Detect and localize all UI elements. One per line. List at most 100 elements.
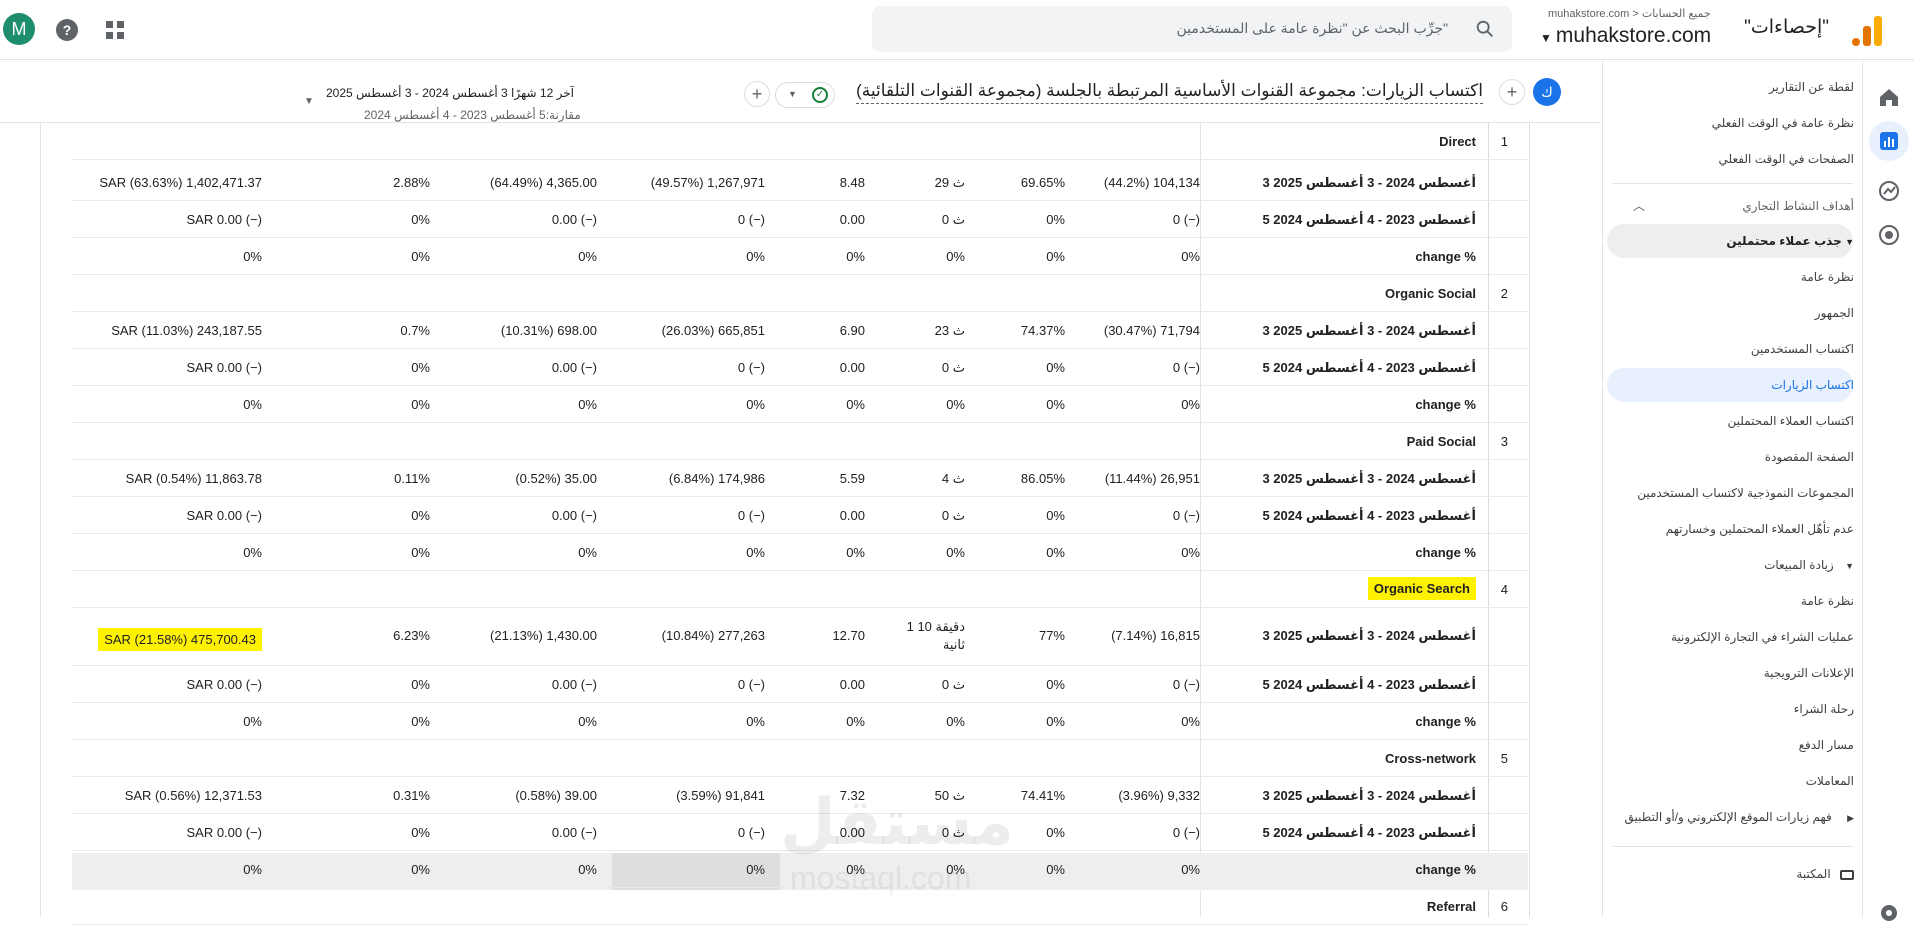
channel-name[interactable]: Paid Social <box>1407 434 1476 449</box>
metric-cell: 4 ث <box>941 471 965 486</box>
search-bar[interactable]: جرِّب البحث عن "نظرة عامة على المستخدمين… <box>872 6 1512 52</box>
compare-range[interactable]: مقارنة:5 أغسطس 2023 - 4 أغسطس 2024 <box>364 108 581 122</box>
sidebar-item-traffic-acquisition[interactable]: اكتساب الزيارات <box>1771 378 1854 392</box>
metric-cell: 0% <box>578 714 597 729</box>
metric-cell: (7.14%) 16,815 <box>1111 628 1200 643</box>
sidebar-item-lead-disqualification[interactable]: عدم تأهّل العملاء المحتملين وخسارتهم <box>1666 522 1854 536</box>
watermark-brand: مستقل <box>780 786 1015 858</box>
table-row-channel: 4 Organic Search <box>72 571 1528 608</box>
property-name: muhakstore.com <box>1555 24 1712 47</box>
chevron-up-icon[interactable]: ︿ <box>1633 197 1645 214</box>
metric-cell: 0% <box>411 677 430 692</box>
sidebar-item-overview[interactable]: نظرة عامة <box>1801 270 1854 284</box>
channel-name[interactable]: Cross-network <box>1385 751 1476 766</box>
metric-cell: 0.00 (−) <box>551 360 597 375</box>
metric-cell: 0% <box>1046 714 1065 729</box>
sidebar-item-transactions[interactable]: المعاملات <box>1806 774 1854 788</box>
help-icon[interactable]: ? <box>52 15 82 45</box>
metric-cell: 0% <box>1046 825 1065 840</box>
sidebar-group-understand-label: فهم زيارات الموقع الإلكتروني و/أو التطبي… <box>1624 810 1832 824</box>
row-index: 4 <box>1500 582 1508 597</box>
metric-cell: (10.84%) 277,263 <box>661 628 765 643</box>
advertising-icon[interactable] <box>1875 221 1903 249</box>
sidebar-group-understand[interactable]: فهم زيارات الموقع الإلكتروني و/أو التطبي… <box>1625 810 1854 824</box>
sidebar-item-user-acquisition-cohorts[interactable]: المجموعات النموذجية لاكتساب المستخدمين <box>1637 486 1854 500</box>
metric-cell: 0 ث <box>941 212 965 227</box>
property-selector[interactable]: ▼ muhakstore.com <box>1540 24 1711 48</box>
metric-cell: 0% <box>846 545 865 560</box>
svg-text:?: ? <box>63 22 72 38</box>
metric-cell: SAR 0.00 (−) <box>186 677 262 692</box>
metric-cell: 0% <box>243 862 262 877</box>
metric-cell: 0 (−) <box>1172 212 1200 227</box>
table-row: 3 أغسطس 2024 - 3 أغسطس 2025 (7.14%) 16,81… <box>72 608 1528 666</box>
metric-cell: 8.48 <box>839 175 865 190</box>
watermark-site: mostaql.com <box>790 860 972 896</box>
top-header: "إحصاءات" muhakstore.com > جميع الحسابات… <box>0 0 1914 60</box>
metric-cell: 0% <box>1181 545 1200 560</box>
add-button[interactable]: + <box>744 81 770 107</box>
metric-cell: 0% <box>746 397 765 412</box>
sidebar-item-purchase-journey[interactable]: رحلة الشراء <box>1794 702 1854 716</box>
sidebar-item-reports-snapshot[interactable]: لقطة عن التقارير <box>1769 80 1854 94</box>
sidebar-item-library[interactable]: المكتبة <box>1796 867 1854 881</box>
sidebar-item-lead-acquisition[interactable]: اكتساب العملاء المحتملين <box>1728 414 1854 428</box>
metric-cell: (0.58%) 39.00 <box>515 788 597 803</box>
settings-icon[interactable] <box>1875 899 1903 927</box>
table-row: 5 أغسطس 2023 - 4 أغسطس 2024 0 (−) 0% 0 ث 0.0… <box>72 666 1528 703</box>
explore-icon[interactable] <box>1875 177 1903 205</box>
metric-cell: 0% <box>1046 508 1065 523</box>
add-comparison-button[interactable]: + <box>1499 79 1525 105</box>
table-row: change % 0% 0% 0% 0% 0% 0% 0% 0% <box>72 238 1528 275</box>
data-quality-dropdown[interactable]: ▼ ✓ <box>775 82 835 108</box>
account-breadcrumb[interactable]: muhakstore.com > جميع الحسابات <box>1548 7 1711 20</box>
date-range[interactable]: آخر 12 شهرًا 3 أغسطس 2024 - 3 أغسطس 2025 <box>326 86 574 100</box>
channel-name[interactable]: Organic Social <box>1385 286 1476 301</box>
divider <box>1613 846 1853 847</box>
sidebar-item-realtime-pages[interactable]: الصفحات في الوقت الفعلي <box>1719 152 1854 166</box>
period-label: change % <box>1415 249 1476 264</box>
row-index: 6 <box>1500 899 1508 914</box>
metric-cell: 0% <box>1046 677 1065 692</box>
metric-cell: 1 دقيقة 10 ثانية <box>906 619 965 652</box>
metric-cell: 0% <box>411 545 430 560</box>
report-badge[interactable]: ك <box>1533 78 1561 106</box>
metric-cell: 0.31% <box>393 788 430 803</box>
home-icon[interactable] <box>1875 83 1903 111</box>
metric-cell: 0% <box>1181 249 1200 264</box>
date-dropdown-icon[interactable]: ▼ <box>304 96 314 107</box>
check-circle-icon: ✓ <box>812 87 828 103</box>
chevron-down-icon: ▼ <box>788 89 797 99</box>
metric-cell: 0% <box>411 862 430 877</box>
channel-name[interactable]: Direct <box>1439 134 1476 149</box>
avatar[interactable]: M <box>3 13 35 45</box>
metric-cell: 0% <box>243 714 262 729</box>
sidebar-item-ecommerce-purchases[interactable]: عمليات الشراء في التجارة الإلكترونية <box>1671 630 1854 644</box>
caret-down-icon: ▼ <box>1845 237 1854 247</box>
sidebar-item-audience[interactable]: الجمهور <box>1815 306 1854 320</box>
channel-name[interactable]: Referral <box>1427 899 1476 914</box>
sidebar-group-sales[interactable]: زيادة المبيعات ▼ <box>1764 558 1854 572</box>
apps-grid-icon[interactable] <box>100 15 130 45</box>
metric-cell: 0 ث <box>941 360 965 375</box>
sidebar-item-checkout-journey[interactable]: مسار الدفع <box>1799 738 1854 752</box>
row-index: 3 <box>1500 434 1508 449</box>
sidebar-item-landing-page[interactable]: الصفحة المقصودة <box>1765 450 1854 464</box>
table-row: change % 0% 0% 0% 0% 0% 0% 0% 0% <box>72 534 1528 571</box>
metric-cell: SAR 0.00 (−) <box>186 360 262 375</box>
period-label: change % <box>1415 545 1476 560</box>
sidebar-section-business[interactable]: أهداف النشاط التجاري <box>1742 199 1854 213</box>
sidebar-group-leads[interactable]: جذب عملاء محتملين ▼ <box>1726 234 1854 248</box>
divider <box>1613 183 1853 184</box>
sidebar-item-realtime-overview[interactable]: نظرة عامة في الوقت الفعلي <box>1712 116 1854 130</box>
metric-cell: 2.88% <box>393 175 430 190</box>
analytics-logo-icon[interactable] <box>1852 14 1882 46</box>
reports-icon[interactable] <box>1875 127 1903 155</box>
sidebar-item-user-acquisition[interactable]: اكتساب المستخدمين <box>1751 342 1854 356</box>
nav-rail <box>1862 61 1914 921</box>
metric-cell: 0 (−) <box>1172 508 1200 523</box>
channel-name[interactable]: Organic Search <box>1367 577 1476 600</box>
sidebar-item-promotions[interactable]: الإعلانات الترويجية <box>1764 666 1854 680</box>
metric-cell: 69.65% <box>1020 175 1065 190</box>
sidebar-item-sales-overview[interactable]: نظرة عامة <box>1801 594 1854 608</box>
